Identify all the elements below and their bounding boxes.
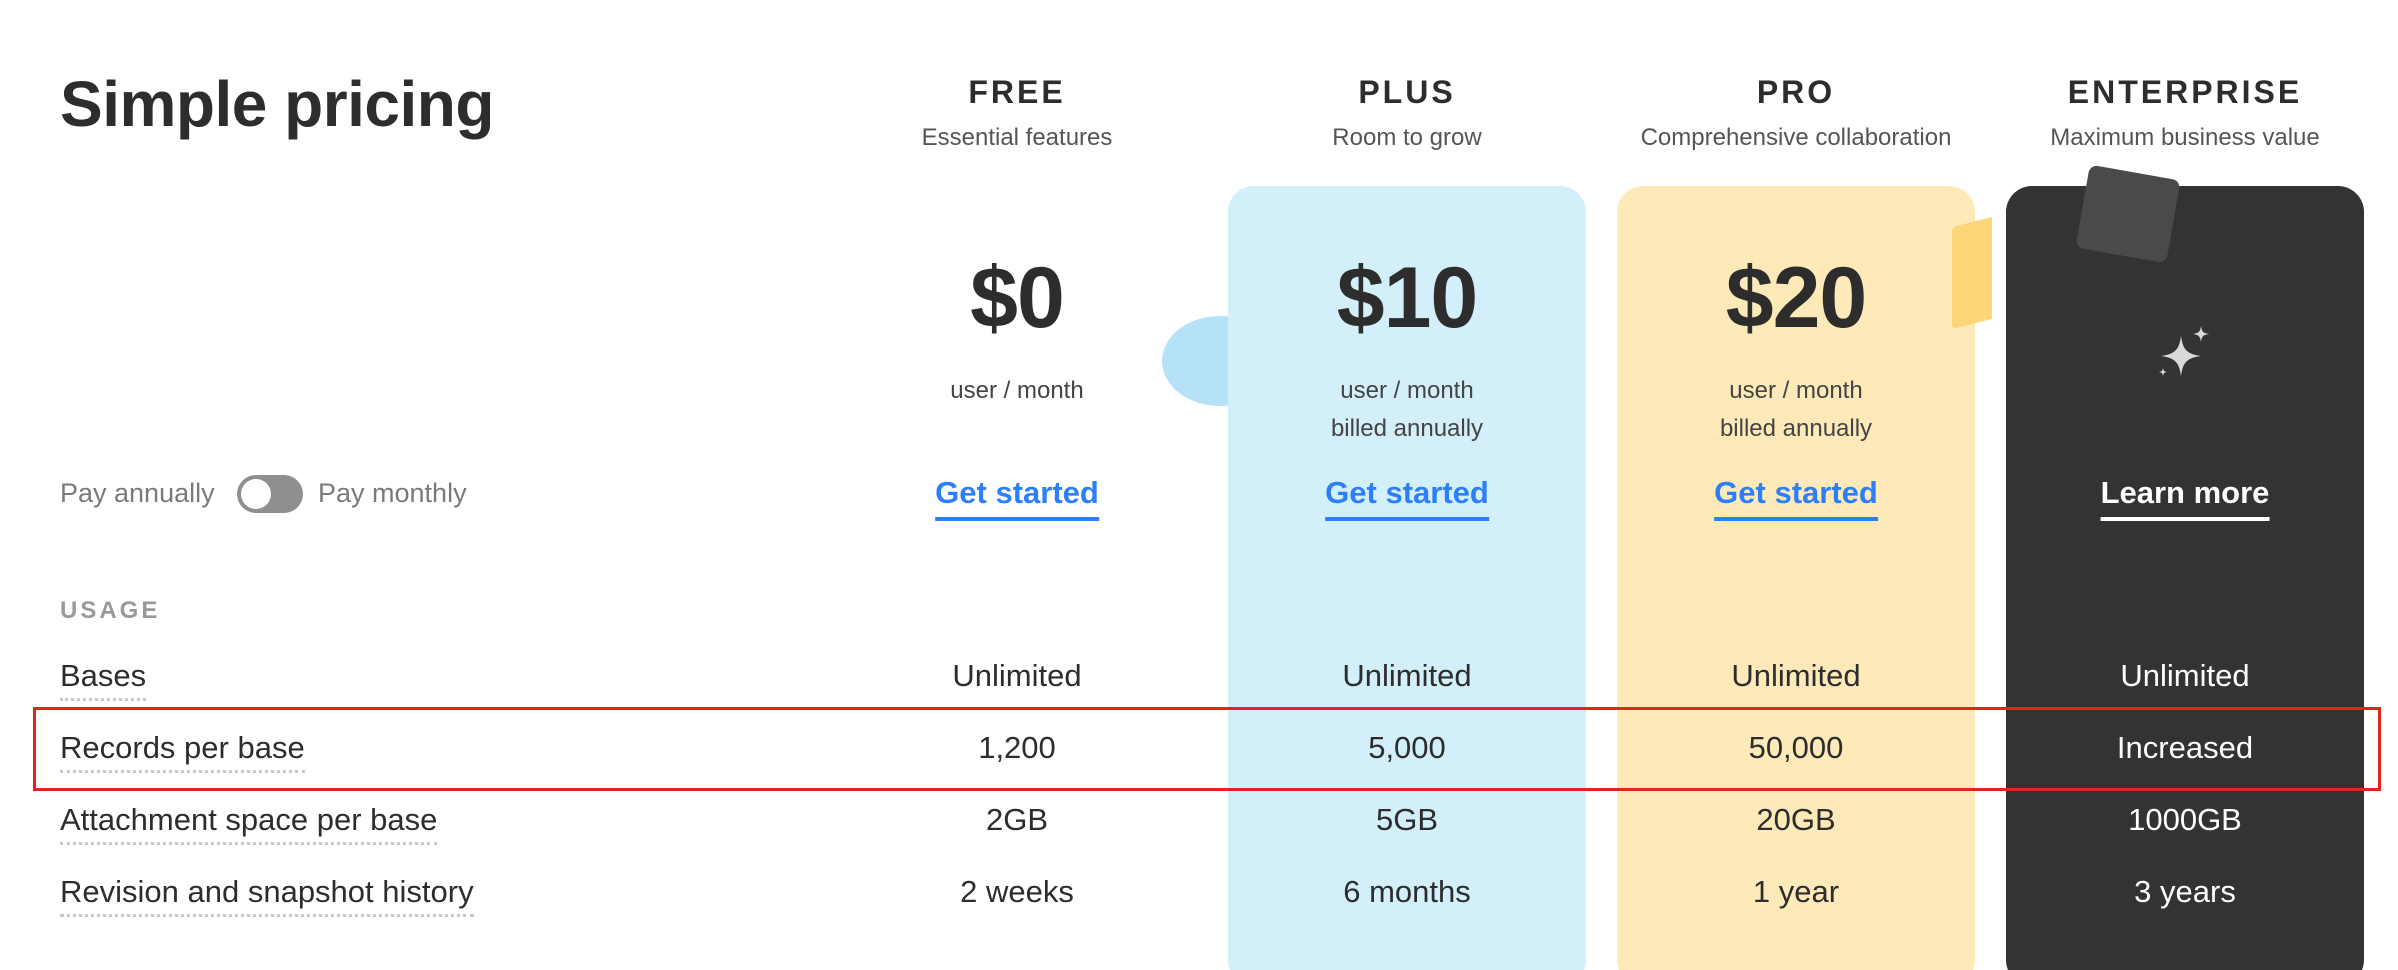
plan-subtitle: Maximum business value [2050,124,2320,151]
plan-name: PRO [1756,74,1836,110]
row-label-bases[interactable]: Bases [60,658,147,701]
table-cell: 2GB [985,802,1049,837]
plan-name: PLUS [1358,74,1456,110]
table-cell: Unlimited [952,658,1082,693]
page-title: Simple pricing [60,68,494,140]
table-cell: Unlimited [1342,658,1472,693]
pay-annually-label[interactable]: Pay annually [60,478,215,509]
learn-more-button[interactable]: Learn more [2100,475,2270,521]
price-note: user / month billed annually [1228,372,1586,448]
table-cell: 2 weeks [960,874,1074,909]
table-cell: 5GB [1375,802,1439,837]
plan-name: ENTERPRISE [2067,74,2303,110]
plan-subtitle: Room to grow [1332,124,1482,151]
plan-price: $0 [970,250,1065,346]
table-cell: 6 months [1343,874,1471,909]
get-started-button[interactable]: Get started [1714,475,1878,521]
price-unit: user / month [1729,377,1863,404]
plan-subtitle: Essential features [921,124,1113,151]
table-cell: 20GB [1756,802,1836,837]
plan-subtitle: Comprehensive collaboration [1640,124,1952,151]
price-unit: user / month [950,377,1084,404]
price-unit: user / month [1340,377,1474,404]
table-cell: 1 year [1752,874,1840,909]
table-cell: Unlimited [1731,658,1861,693]
highlight-box [33,707,2381,791]
row-label-attachment-space[interactable]: Attachment space per base [60,802,438,845]
table-cell: Unlimited [2120,658,2250,693]
plan-price: $20 [1725,250,1868,346]
price-note: user / month billed annually [1617,372,1975,448]
billing-toggle[interactable] [237,475,303,513]
get-started-button[interactable]: Get started [935,475,1099,521]
plan-price: $10 [1336,250,1479,346]
table-cell: 1000GB [2128,802,2242,837]
get-started-button[interactable]: Get started [1325,475,1489,521]
sparkle-icon [2159,326,2209,376]
usage-section-label: USAGE [60,597,161,624]
pay-monthly-label[interactable]: Pay monthly [318,478,467,509]
price-billing: billed annually [1719,415,1873,442]
table-cell: 3 years [2134,874,2236,909]
row-label-revision-history[interactable]: Revision and snapshot history [60,874,474,917]
price-note: user / month [838,372,1196,410]
price-billing: billed annually [1330,415,1484,442]
plan-name: FREE [968,74,1066,110]
toggle-knob [241,479,271,509]
